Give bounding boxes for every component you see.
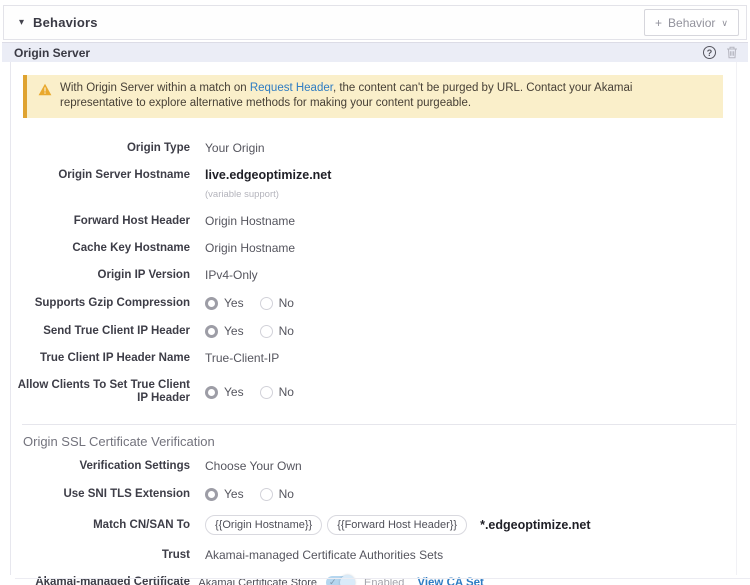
origin-server-content: With Origin Server within a match on Req… — [10, 62, 737, 575]
radio-unselected-icon[interactable] — [260, 297, 273, 310]
field-value: Origin Hostname — [205, 215, 295, 228]
field-label: Origin Type — [11, 142, 190, 155]
radio-label: No — [279, 487, 294, 501]
field-label: Trust — [11, 549, 190, 562]
field-supports-gzip: Supports Gzip Compression Yes No — [11, 289, 736, 317]
origin-server-title: Origin Server — [14, 46, 90, 60]
radio-group-supports-gzip: Yes No — [205, 296, 294, 310]
radio-label: No — [279, 324, 294, 338]
field-origin-type: Origin Type Your Origin — [11, 135, 736, 162]
field-origin-server-hostname: Origin Server Hostname live.edgeoptimize… — [11, 162, 736, 208]
field-value: Choose Your Own — [205, 460, 302, 473]
match-hostname-value: *.edgeoptimize.net — [480, 518, 590, 532]
origin-server-section-bar[interactable]: Origin Server ? — [2, 42, 748, 62]
field-label: Match CN/SAN To — [11, 519, 190, 532]
radio-option-no[interactable]: No — [260, 385, 294, 399]
ssl-section-heading: Origin SSL Certificate Verification — [11, 425, 736, 453]
field-label: Allow Clients To Set True Client IP Head… — [11, 379, 190, 405]
tag-origin-hostname[interactable]: {{Origin Hostname}} — [205, 515, 322, 535]
field-verification-settings: Verification Settings Choose Your Own — [11, 453, 736, 480]
field-value: True-Client-IP — [205, 352, 279, 365]
field-use-sni: Use SNI TLS Extension Yes No — [11, 480, 736, 508]
collapse-caret-icon[interactable]: ▾ — [19, 17, 24, 28]
radio-unselected-icon[interactable] — [260, 325, 273, 338]
field-allow-clients-set-tcip: Allow Clients To Set True Client IP Head… — [11, 372, 736, 412]
toggle-knob — [340, 575, 355, 585]
radio-option-yes[interactable]: Yes — [205, 296, 244, 310]
origin-hostname-value: live.edgeoptimize.net — [205, 169, 331, 182]
section-bar-icons: ? — [703, 46, 738, 59]
field-forward-host-header: Forward Host Header Origin Hostname — [11, 208, 736, 235]
radio-option-no[interactable]: No — [260, 324, 294, 338]
field-true-client-ip-header-name: True Client IP Header Name True-Client-I… — [11, 345, 736, 372]
radio-selected-icon[interactable] — [205, 325, 218, 338]
field-value: Origin Hostname — [205, 242, 295, 255]
radio-label: No — [279, 385, 294, 399]
field-value: IPv4-Only — [205, 269, 258, 282]
warning-text: With Origin Server within a match on Req… — [60, 81, 707, 111]
field-label: True Client IP Header Name — [11, 352, 190, 365]
origin-server-form: Origin Type Your Origin Origin Server Ho… — [11, 129, 736, 585]
field-value: Your Origin — [205, 142, 265, 155]
field-cache-key-hostname: Cache Key Hostname Origin Hostname — [11, 235, 736, 262]
radio-label: Yes — [224, 487, 244, 501]
field-match-cn-san: Match CN/SAN To {{Origin Hostname}} {{Fo… — [11, 508, 736, 542]
radio-unselected-icon[interactable] — [260, 488, 273, 501]
behaviors-page: ▾ Behaviors + Behavior ∨ Origin Server ? — [0, 0, 750, 585]
behaviors-header: ▾ Behaviors + Behavior ∨ — [3, 5, 747, 40]
field-ca-sets: Akamai-managed Certificate Authority Set… — [11, 569, 736, 585]
field-label: Send True Client IP Header — [11, 325, 190, 338]
radio-group-use-sni: Yes No — [205, 487, 294, 501]
radio-label: No — [279, 296, 294, 310]
radio-label: Yes — [224, 324, 244, 338]
warning-triangle-icon — [38, 83, 52, 111]
field-label: Use SNI TLS Extension — [11, 488, 190, 501]
behaviors-title: Behaviors — [33, 15, 98, 30]
radio-unselected-icon[interactable] — [260, 386, 273, 399]
radio-option-yes[interactable]: Yes — [205, 324, 244, 338]
tag-forward-host-header[interactable]: {{Forward Host Header}} — [327, 515, 467, 535]
bottom-divider — [15, 578, 750, 579]
request-header-link[interactable]: Request Header — [250, 82, 333, 94]
field-send-true-client-ip: Send True Client IP Header Yes No — [11, 317, 736, 345]
field-label: Forward Host Header — [11, 215, 190, 228]
field-value-group: live.edgeoptimize.net (variable support) — [205, 169, 331, 201]
radio-selected-icon[interactable] — [205, 386, 218, 399]
radio-group-allow-clients: Yes No — [205, 385, 294, 399]
plus-icon: + — [655, 16, 662, 30]
field-trust: Trust Akamai-managed Certificate Authori… — [11, 542, 736, 569]
field-label: Cache Key Hostname — [11, 242, 190, 255]
variable-support-note: (variable support) — [205, 188, 331, 201]
radio-selected-icon[interactable] — [205, 297, 218, 310]
help-icon[interactable]: ? — [703, 46, 716, 59]
field-label: Supports Gzip Compression — [11, 297, 190, 310]
chevron-down-icon: ∨ — [721, 18, 728, 29]
radio-option-yes[interactable]: Yes — [205, 385, 244, 399]
add-behavior-button[interactable]: + Behavior ∨ — [644, 9, 739, 36]
radio-option-no[interactable]: No — [260, 296, 294, 310]
field-label: Origin Server Hostname — [11, 169, 190, 182]
warning-text-before: With Origin Server within a match on — [60, 82, 250, 94]
radio-group-send-true-client-ip: Yes No — [205, 324, 294, 338]
match-cn-san-tags: {{Origin Hostname}} {{Forward Host Heade… — [205, 515, 591, 535]
warning-banner: With Origin Server within a match on Req… — [23, 75, 723, 118]
trash-icon[interactable] — [726, 46, 738, 59]
radio-label: Yes — [224, 296, 244, 310]
field-value: Akamai-managed Certificate Authorities S… — [205, 549, 443, 562]
radio-label: Yes — [224, 385, 244, 399]
field-origin-ip-version: Origin IP Version IPv4-Only — [11, 262, 736, 289]
radio-option-yes[interactable]: Yes — [205, 487, 244, 501]
field-label: Verification Settings — [11, 460, 190, 473]
add-behavior-label: Behavior — [668, 16, 715, 30]
field-label: Origin IP Version — [11, 269, 190, 282]
radio-option-no[interactable]: No — [260, 487, 294, 501]
radio-selected-icon[interactable] — [205, 488, 218, 501]
